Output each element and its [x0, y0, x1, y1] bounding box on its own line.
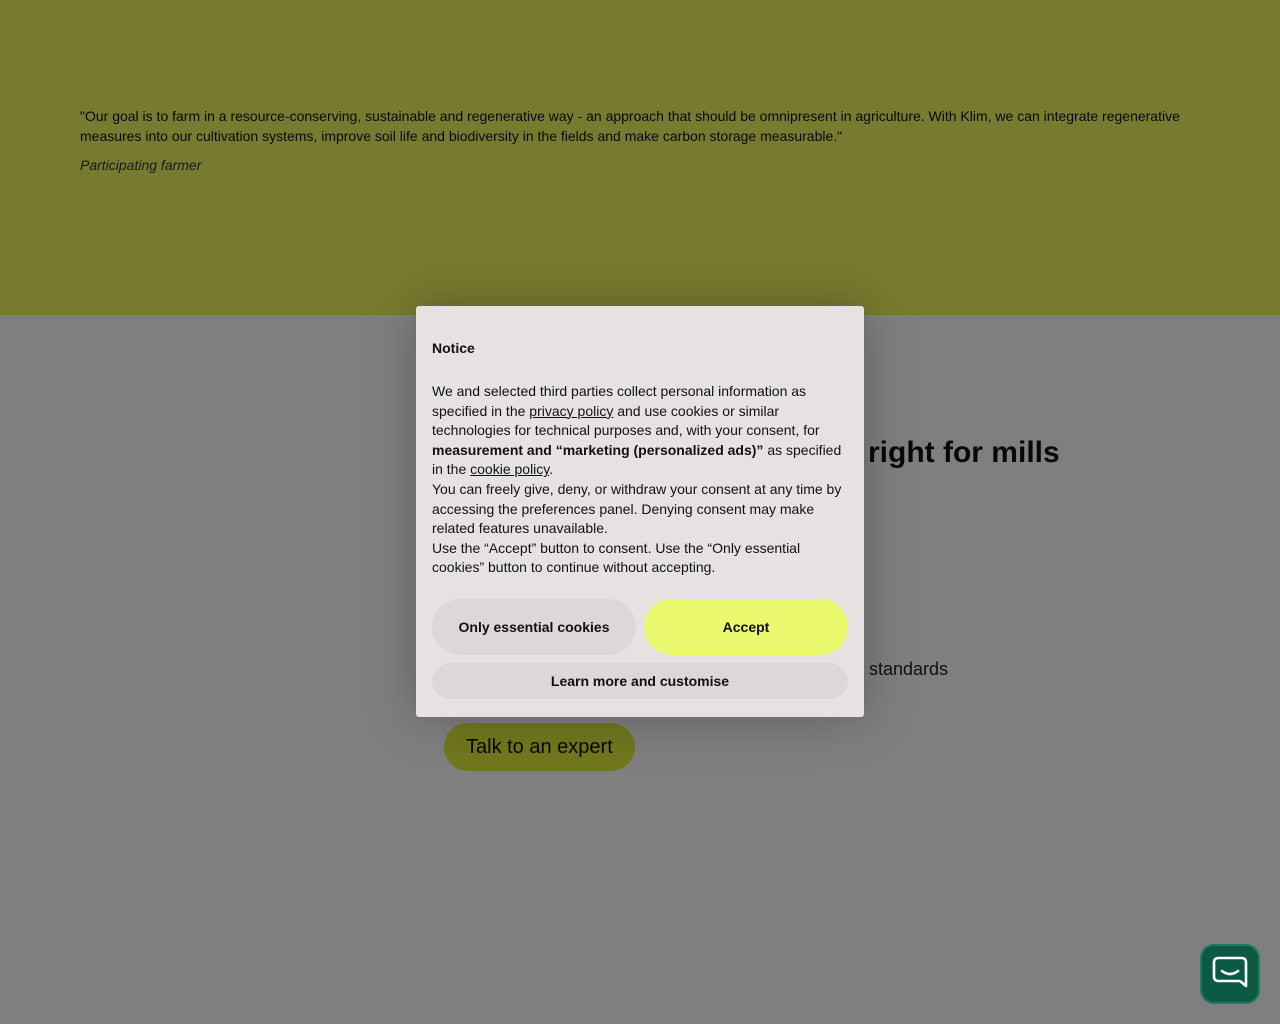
chat-bubble-icon	[1210, 952, 1250, 997]
dialog-body: We and selected third parties collect pe…	[432, 382, 848, 578]
cookie-policy-link[interactable]: cookie policy	[470, 461, 549, 477]
dialog-button-row: Only essential cookies Accept	[432, 598, 848, 655]
consent-text-bold: measurement and “marketing (personalized…	[432, 441, 764, 458]
cookie-notice-dialog: Notice We and selected third parties col…	[416, 306, 864, 717]
consent-text-d: .	[549, 461, 554, 478]
only-essential-cookies-button[interactable]: Only essential cookies	[432, 598, 636, 655]
withdraw-paragraph: You can freely give, deny, or withdraw y…	[432, 480, 842, 537]
chat-widget-button[interactable]	[1200, 944, 1260, 1004]
privacy-policy-link[interactable]: privacy policy	[529, 403, 613, 419]
accept-button[interactable]: Accept	[644, 598, 848, 655]
dialog-title: Notice	[432, 340, 475, 356]
consent-paragraph: We and selected third parties collect pe…	[432, 382, 848, 480]
instructions-paragraph: Use the “Accept” button to consent. Use …	[432, 539, 801, 576]
learn-more-customise-button[interactable]: Learn more and customise	[432, 662, 848, 699]
